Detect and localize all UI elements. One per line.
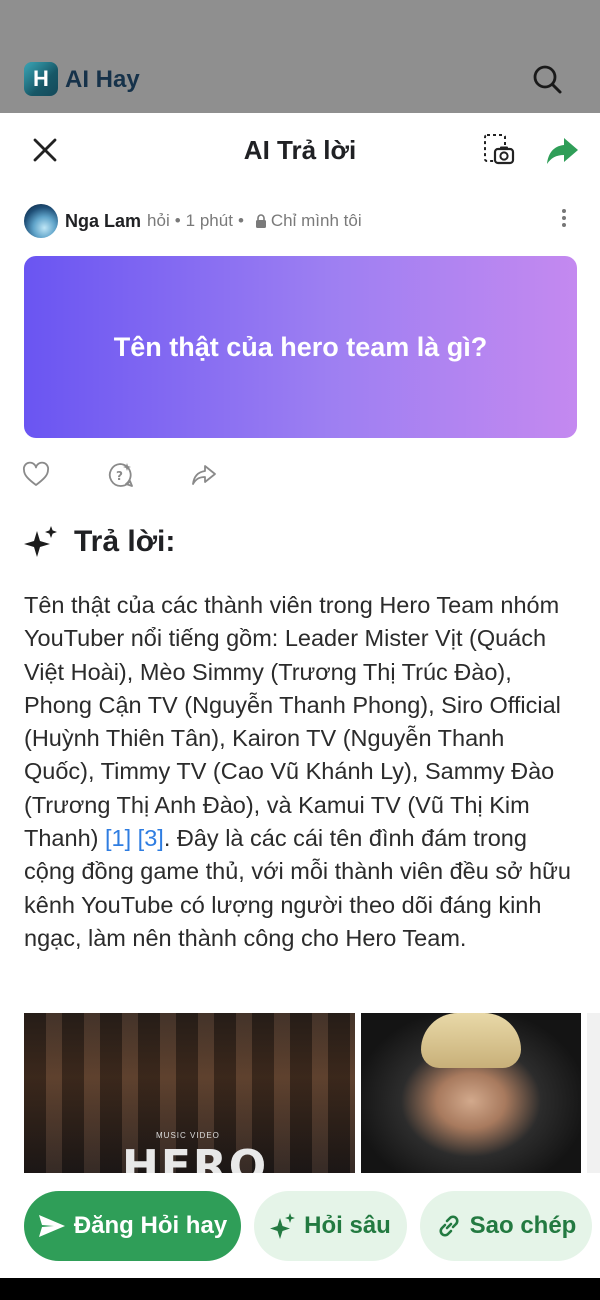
image-caption-small: MUSIC VIDEO bbox=[156, 1131, 220, 1140]
image-texture bbox=[421, 1013, 521, 1068]
background-app-header: H AI Hay bbox=[0, 0, 600, 113]
question-card: Tên thật của hero team là gì? bbox=[24, 256, 577, 438]
link-icon bbox=[439, 1215, 459, 1237]
send-icon bbox=[38, 1215, 65, 1237]
citation-link[interactable]: [3] bbox=[138, 825, 164, 851]
image-caption-big: HERO bbox=[122, 1141, 269, 1173]
gallery-image-group[interactable]: MUSIC VIDEO HERO bbox=[24, 1013, 355, 1173]
app-logo: H bbox=[24, 62, 58, 96]
separator-dot: • bbox=[174, 211, 181, 230]
post-button[interactable]: Đăng Hỏi hay bbox=[24, 1191, 241, 1261]
share-icon[interactable] bbox=[543, 132, 581, 170]
author-name[interactable]: Nga Lam bbox=[65, 211, 141, 232]
ask-deeper-label: Hỏi sâu bbox=[304, 1212, 391, 1239]
privacy-label: Chỉ mình tôi bbox=[270, 211, 362, 230]
screenshot-icon[interactable] bbox=[480, 131, 518, 169]
answer-sheet: AI Trả lời Nga Lam hỏi • 1 phút • Chỉ mì… bbox=[0, 113, 600, 1278]
answer-title: Trả lời: bbox=[74, 525, 176, 558]
lock-icon bbox=[255, 214, 266, 228]
sheet-topbar: AI Trả lời bbox=[0, 113, 600, 188]
heart-icon[interactable] bbox=[22, 461, 50, 489]
author-action: hỏi bbox=[147, 211, 170, 230]
copy-button-label: Sao chép bbox=[469, 1212, 577, 1239]
answer-text: Tên thật của các thành viên trong Hero T… bbox=[24, 589, 580, 955]
citation-link[interactable]: [1] bbox=[105, 825, 131, 851]
forward-icon[interactable] bbox=[190, 461, 218, 489]
answer-header: Trả lời: bbox=[24, 525, 175, 559]
post-time: 1 phút bbox=[185, 211, 233, 230]
question-text: Tên thật của hero team là gì? bbox=[113, 331, 488, 362]
bottom-action-bar: Đăng Hỏi hay Hỏi sâu Sao chép bbox=[0, 1173, 600, 1278]
question-actions: ? bbox=[22, 461, 242, 491]
system-nav-bar bbox=[0, 1278, 600, 1300]
sparkle-icon bbox=[270, 1213, 296, 1239]
post-button-label: Đăng Hỏi hay bbox=[73, 1212, 228, 1239]
ask-icon[interactable]: ? bbox=[106, 461, 134, 489]
sparkle-icon bbox=[24, 526, 57, 557]
ask-deeper-button[interactable]: Hỏi sâu bbox=[254, 1191, 407, 1261]
separator-dot: • bbox=[237, 211, 244, 230]
search-icon bbox=[533, 65, 562, 94]
svg-text:?: ? bbox=[116, 469, 123, 483]
copy-button[interactable]: Sao chép bbox=[420, 1191, 592, 1261]
question-meta: Nga Lam hỏi • 1 phút • Chỉ mình tôi bbox=[24, 203, 584, 239]
gallery-image-portrait[interactable] bbox=[361, 1013, 581, 1173]
image-gallery: MUSIC VIDEO HERO bbox=[24, 1013, 600, 1173]
gallery-image-next[interactable] bbox=[587, 1013, 600, 1173]
more-vertical-icon[interactable] bbox=[554, 205, 574, 235]
app-name: AI Hay bbox=[65, 66, 140, 93]
avatar[interactable] bbox=[24, 204, 58, 238]
meta-details: hỏi • 1 phút • Chỉ mình tôi bbox=[147, 211, 362, 231]
answer-text-part: Tên thật của các thành viên trong Hero T… bbox=[24, 592, 561, 852]
